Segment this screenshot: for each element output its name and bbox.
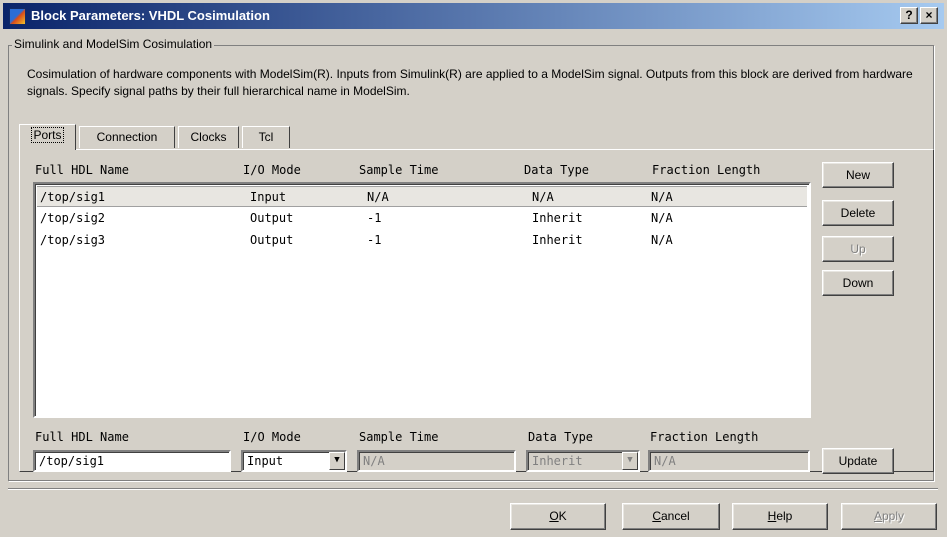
down-button[interactable]: Down xyxy=(822,270,894,296)
editor-label-full-hdl-name: Full HDL Name xyxy=(35,430,129,444)
cell-io-mode: Output xyxy=(250,211,294,225)
help-question-icon[interactable]: ? xyxy=(900,7,918,24)
table-row[interactable]: /top/sig1 Input N/A N/A N/A xyxy=(37,186,807,207)
tab-clocks-label: Clocks xyxy=(190,130,227,144)
cell-io-mode: Input xyxy=(250,190,287,204)
tab-tcl[interactable]: Tcl xyxy=(242,126,290,148)
editor-label-io-mode: I/O Mode xyxy=(243,430,301,444)
cell-sample-time: -1 xyxy=(367,211,382,225)
tab-clocks[interactable]: Clocks xyxy=(178,126,239,148)
fraction-length-input[interactable]: N/A xyxy=(648,450,810,472)
tab-connection-label: Connection xyxy=(96,130,158,144)
cell-io-mode: Output xyxy=(250,233,294,247)
cell-data-type: Inherit xyxy=(532,211,583,225)
data-type-value: Inherit xyxy=(532,454,583,468)
tab-ports-label: Ports xyxy=(31,127,64,143)
delete-button[interactable]: Delete xyxy=(822,200,894,226)
close-icon[interactable]: × xyxy=(920,7,938,24)
new-button[interactable]: New xyxy=(822,162,894,188)
cell-data-type: Inherit xyxy=(532,233,583,247)
footer-separator xyxy=(8,488,938,490)
title-bar[interactable]: Block Parameters: VHDL Cosimulation ? × xyxy=(3,3,944,29)
editor-label-fraction-length: Fraction Length xyxy=(650,430,759,444)
cell-name: /top/sig3 xyxy=(40,233,106,247)
column-header-sample-time: Sample Time xyxy=(359,163,439,177)
table-row[interactable]: /top/sig2 Output -1 Inherit N/A xyxy=(37,208,807,229)
cell-name: /top/sig2 xyxy=(40,211,106,225)
io-mode-value: Input xyxy=(247,454,284,468)
cancel-mnemonic: C xyxy=(652,509,661,523)
tab-connection[interactable]: Connection xyxy=(79,126,175,148)
cell-name: /top/sig1 xyxy=(40,190,106,204)
column-header-fraction-length: Fraction Length xyxy=(652,163,761,177)
simulink-block-icon xyxy=(9,8,26,25)
full-hdl-name-input[interactable]: /top/sig1 xyxy=(33,450,231,472)
ok-mnemonic: O xyxy=(549,509,559,523)
help-label-rest: elp xyxy=(776,509,793,523)
update-button[interactable]: Update xyxy=(822,448,894,474)
group-legend: Simulink and ModelSim Cosimulation xyxy=(12,37,215,51)
cell-data-type: N/A xyxy=(532,190,554,204)
data-type-select[interactable]: Inherit ▼ xyxy=(526,450,640,472)
column-header-full-hdl-name: Full HDL Name xyxy=(35,163,129,177)
editor-label-data-type: Data Type xyxy=(528,430,594,444)
up-button[interactable]: Up xyxy=(822,236,894,262)
tab-ports[interactable]: Ports xyxy=(19,124,76,150)
dialog-window: Block Parameters: VHDL Cosimulation ? × … xyxy=(0,0,947,537)
io-mode-select[interactable]: Input ▼ xyxy=(241,450,347,472)
apply-mnemonic: A xyxy=(873,509,882,523)
ok-label-rest: K xyxy=(558,509,567,523)
tab-tcl-label: Tcl xyxy=(258,130,274,144)
sample-time-input[interactable]: N/A xyxy=(357,450,516,472)
window-title: Block Parameters: VHDL Cosimulation xyxy=(31,8,270,23)
column-header-io-mode: I/O Mode xyxy=(243,163,301,177)
editor-label-sample-time: Sample Time xyxy=(359,430,439,444)
ok-button[interactable]: OK xyxy=(510,503,606,530)
chevron-down-icon[interactable]: ▼ xyxy=(622,452,638,470)
cell-fraction-length: N/A xyxy=(651,190,673,204)
apply-label-rest: pply xyxy=(882,509,905,523)
cell-fraction-length: N/A xyxy=(651,211,673,225)
group-description: Cosimulation of hardware components with… xyxy=(27,67,913,98)
ports-list[interactable]: /top/sig1 Input N/A N/A N/A /top/sig2 Ou… xyxy=(33,182,811,418)
apply-button[interactable]: Apply xyxy=(841,503,937,530)
cancel-button[interactable]: Cancel xyxy=(622,503,720,530)
cell-sample-time: -1 xyxy=(367,233,382,247)
cell-fraction-length: N/A xyxy=(651,233,673,247)
help-button[interactable]: Help xyxy=(732,503,828,530)
cancel-label-rest: ancel xyxy=(660,509,690,523)
chevron-down-icon[interactable]: ▼ xyxy=(329,452,345,470)
table-row[interactable]: /top/sig3 Output -1 Inherit N/A xyxy=(37,230,807,251)
cell-sample-time: N/A xyxy=(367,190,389,204)
column-header-data-type: Data Type xyxy=(524,163,590,177)
